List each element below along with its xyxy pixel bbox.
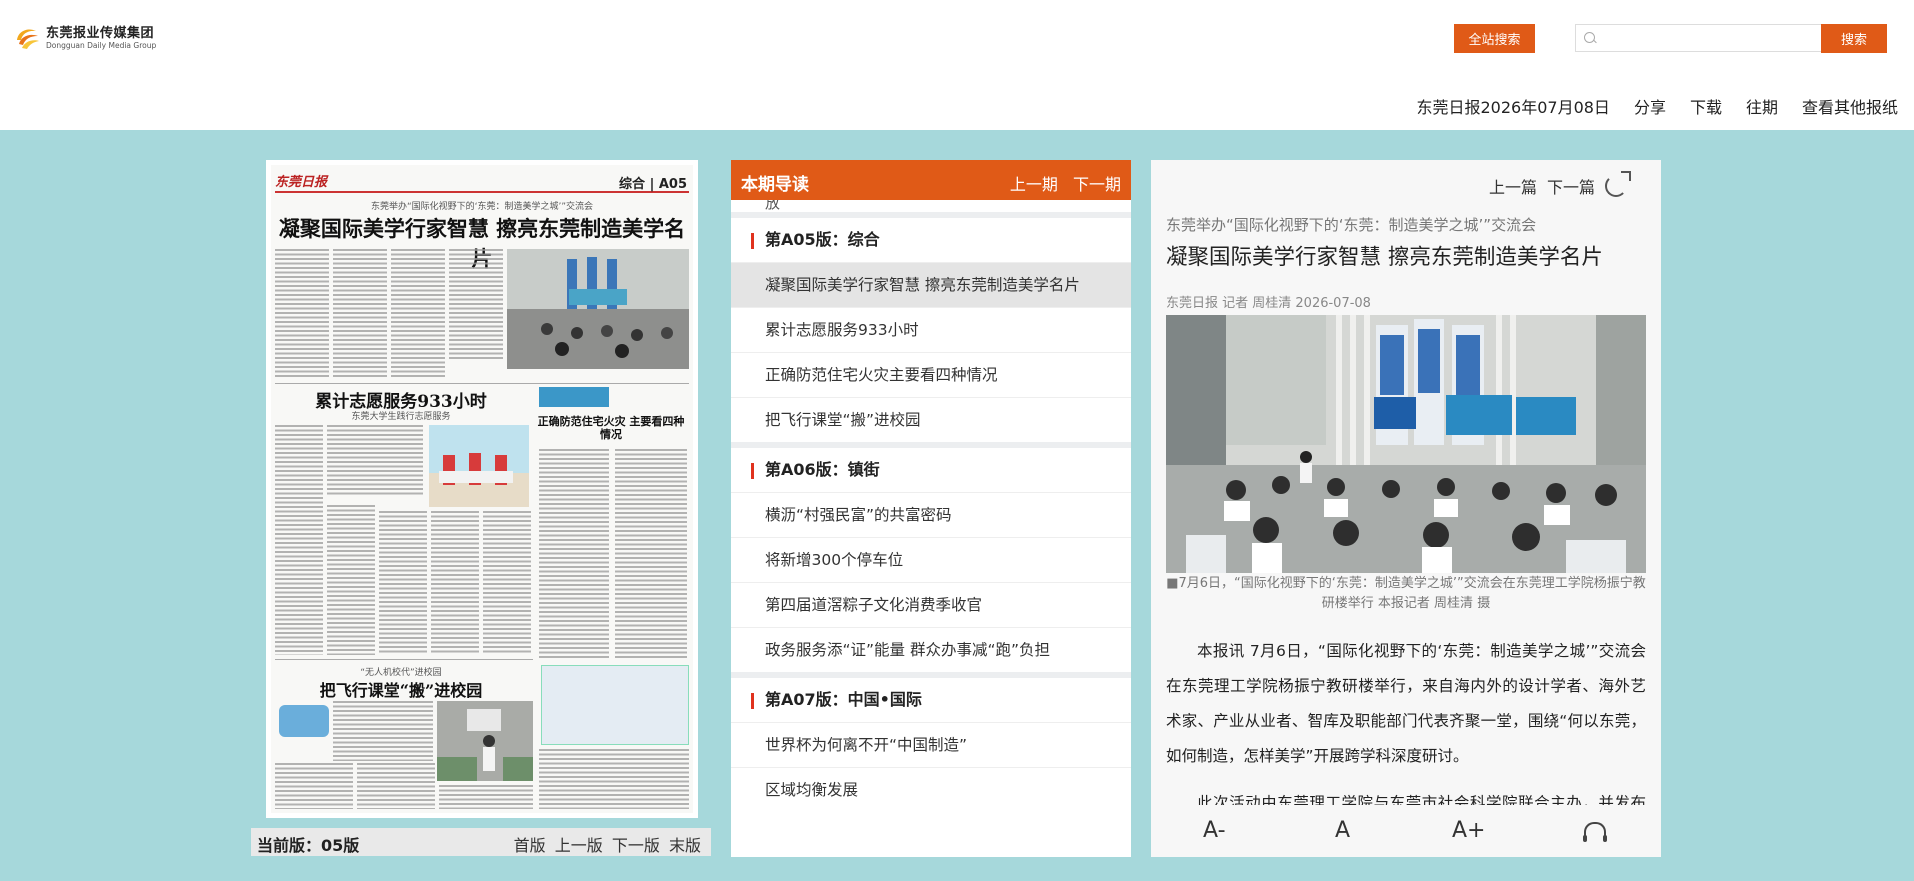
last-page-link[interactable]: 末版 xyxy=(669,836,701,855)
top-nav: 东莞日报2026年07月08日 分享 下载 往期 查看其他报纸 xyxy=(1416,94,1898,118)
newspaper-page-frame: 东莞日报 综合 | A05 东莞举办“国际化视野下的‘东莞：制造美学之城’”交流… xyxy=(266,160,698,818)
next-article-link[interactable]: 下一篇 xyxy=(1547,174,1595,198)
brand-logo[interactable]: 东莞报业传媒集团 Dongguan Daily Media Group xyxy=(14,24,156,52)
guide-article-item[interactable]: 横沥“村强民富”的共富密码 xyxy=(731,492,1131,537)
paper-headline-3[interactable]: 正确防范住宅火灾 主要看四种情况 xyxy=(533,415,689,441)
article-nav: 上一篇 下一篇 xyxy=(1479,171,1631,198)
page-pager: 当前版：05版 首版 上一版 下一版 末版 xyxy=(251,828,711,856)
logo-text-en: Dongguan Daily Media Group xyxy=(46,40,157,50)
font-normal-button[interactable]: A xyxy=(1335,818,1350,843)
paper-section-label: 综合 | A05 xyxy=(619,177,687,192)
search-input[interactable] xyxy=(1600,25,1814,51)
share-icon[interactable] xyxy=(1605,171,1631,197)
site-search-button[interactable]: 全站搜索 xyxy=(1454,24,1535,53)
font-increase-button[interactable]: A+ xyxy=(1452,818,1485,843)
section-title-a07[interactable]: 第A07版：中国•国际 xyxy=(731,678,1131,722)
guide-article-item[interactable]: 第四届道滘粽子文化消费季收官 xyxy=(731,582,1131,627)
guide-article-item[interactable]: 政务服务添“证”能量 群众办事减“跑”负担 xyxy=(731,627,1131,672)
paper-kicker-1: 东莞举办“国际化视野下的‘东莞：制造美学之城’”交流会 xyxy=(370,202,594,212)
article-paragraph: 本报讯 7月6日，“国际化视野下的‘东莞：制造美学之城’”交流会在东莞理工学院杨… xyxy=(1166,642,1646,765)
guide-article-item[interactable]: 凝聚国际美学行家智慧 擦亮东莞制造美学名片 xyxy=(731,262,1131,307)
guide-article-item[interactable]: 把飞行课堂“搬”进校园 xyxy=(731,397,1131,442)
top-header: 东莞报业传媒集团 Dongguan Daily Media Group 全站搜索… xyxy=(0,0,1914,130)
guide-article-item[interactable]: 正确防范住宅火灾主要看四种情况 xyxy=(731,352,1131,397)
guide-section: 第A06版：镇街 横沥“村强民富”的共富密码 将新增300个停车位 第四届道滘粽… xyxy=(731,442,1131,672)
guide-article-item[interactable]: 将新增300个停车位 xyxy=(731,537,1131,582)
issue-date: 东莞日报2026年07月08日 xyxy=(1416,98,1610,117)
guide-header: 本期导读 上一期 下一期 xyxy=(731,160,1131,200)
next-page-link[interactable]: 下一版 xyxy=(612,836,660,855)
search-button[interactable]: 搜索 xyxy=(1821,24,1887,53)
article-photo[interactable] xyxy=(1166,315,1646,573)
guide-article-item[interactable]: 世界杯为何离不开“中国制造” xyxy=(731,722,1131,767)
font-decrease-button[interactable]: A- xyxy=(1203,818,1226,843)
section-title-a06[interactable]: 第A06版：镇街 xyxy=(731,448,1131,492)
paper-kicker-2: 东莞大学生践行志愿服务 xyxy=(351,412,451,422)
logo-text-cn: 东莞报业传媒集团 xyxy=(46,25,155,41)
prev-issue-link[interactable]: 上一期 xyxy=(1010,175,1058,194)
logo-emblem-icon xyxy=(14,24,42,52)
guide-section: 第A05版：综合 凝聚国际美学行家智慧 擦亮东莞制造美学名片 累计志愿服务933… xyxy=(731,212,1131,442)
paper-masthead: 东莞日报 综合 | A05 xyxy=(275,169,689,193)
prev-article-link[interactable]: 上一篇 xyxy=(1489,174,1537,198)
first-page-link[interactable]: 首版 xyxy=(514,836,546,855)
newspaper-page-image[interactable]: 东莞日报 综合 | A05 东莞举办“国际化视野下的‘东莞：制造美学之城’”交流… xyxy=(271,165,693,813)
share-link[interactable]: 分享 xyxy=(1634,94,1666,118)
guide-title: 本期导读 xyxy=(741,175,809,195)
paper-photo-3 xyxy=(437,701,533,781)
other-papers-link[interactable]: 查看其他报纸 xyxy=(1802,94,1898,118)
search-icon xyxy=(1584,32,1595,43)
photo-caption: ■7月6日，“国际化视野下的‘东莞：制造美学之城’”交流会在东莞理工学院杨振宁教… xyxy=(1166,576,1646,611)
download-link[interactable]: 下载 xyxy=(1690,94,1722,118)
article-title: 凝聚国际美学行家智慧 擦亮东莞制造美学名片 xyxy=(1166,245,1603,270)
search-box xyxy=(1575,24,1821,52)
paper-masthead-logo: 东莞日报 xyxy=(275,175,328,190)
guide-article-item[interactable]: 区域均衡发展 xyxy=(731,767,1131,812)
archive-link[interactable]: 往期 xyxy=(1746,94,1778,118)
current-page-label: 当前版：05版 xyxy=(257,836,360,855)
next-issue-link[interactable]: 下一期 xyxy=(1073,175,1121,194)
paper-photo-2 xyxy=(429,425,529,507)
partial-list-item: 放 xyxy=(765,200,781,212)
article-reader-panel: 上一篇 下一篇 东莞举办“国际化视野下的‘东莞：制造美学之城’”交流会 凝聚国际… xyxy=(1151,160,1661,857)
prev-page-link[interactable]: 上一版 xyxy=(555,836,603,855)
issue-guide-panel: 本期导读 上一期 下一期 放 第A05版：综合 凝聚国际美学行家智慧 擦亮东莞制… xyxy=(731,160,1131,857)
headphones-icon[interactable] xyxy=(1583,822,1607,842)
section-title-a05[interactable]: 第A05版：综合 xyxy=(731,218,1131,262)
article-byline: 东莞日报 记者 周桂清 2026-07-08 xyxy=(1166,296,1371,311)
article-subtitle: 东莞举办“国际化视野下的‘东莞：制造美学之城’”交流会 xyxy=(1166,216,1537,234)
guide-section: 第A07版：中国•国际 世界杯为何离不开“中国制造” 区域均衡发展 xyxy=(731,672,1131,812)
guide-list[interactable]: 放 第A05版：综合 凝聚国际美学行家智慧 擦亮东莞制造美学名片 累计志愿服务9… xyxy=(731,200,1131,857)
paper-headline-4[interactable]: 把飞行课堂“搬”进校园 xyxy=(271,677,601,701)
guide-article-item[interactable]: 累计志愿服务933小时 xyxy=(731,307,1131,352)
reader-toolbar: A- A A+ xyxy=(1151,805,1661,857)
paper-photo-1 xyxy=(507,249,689,369)
